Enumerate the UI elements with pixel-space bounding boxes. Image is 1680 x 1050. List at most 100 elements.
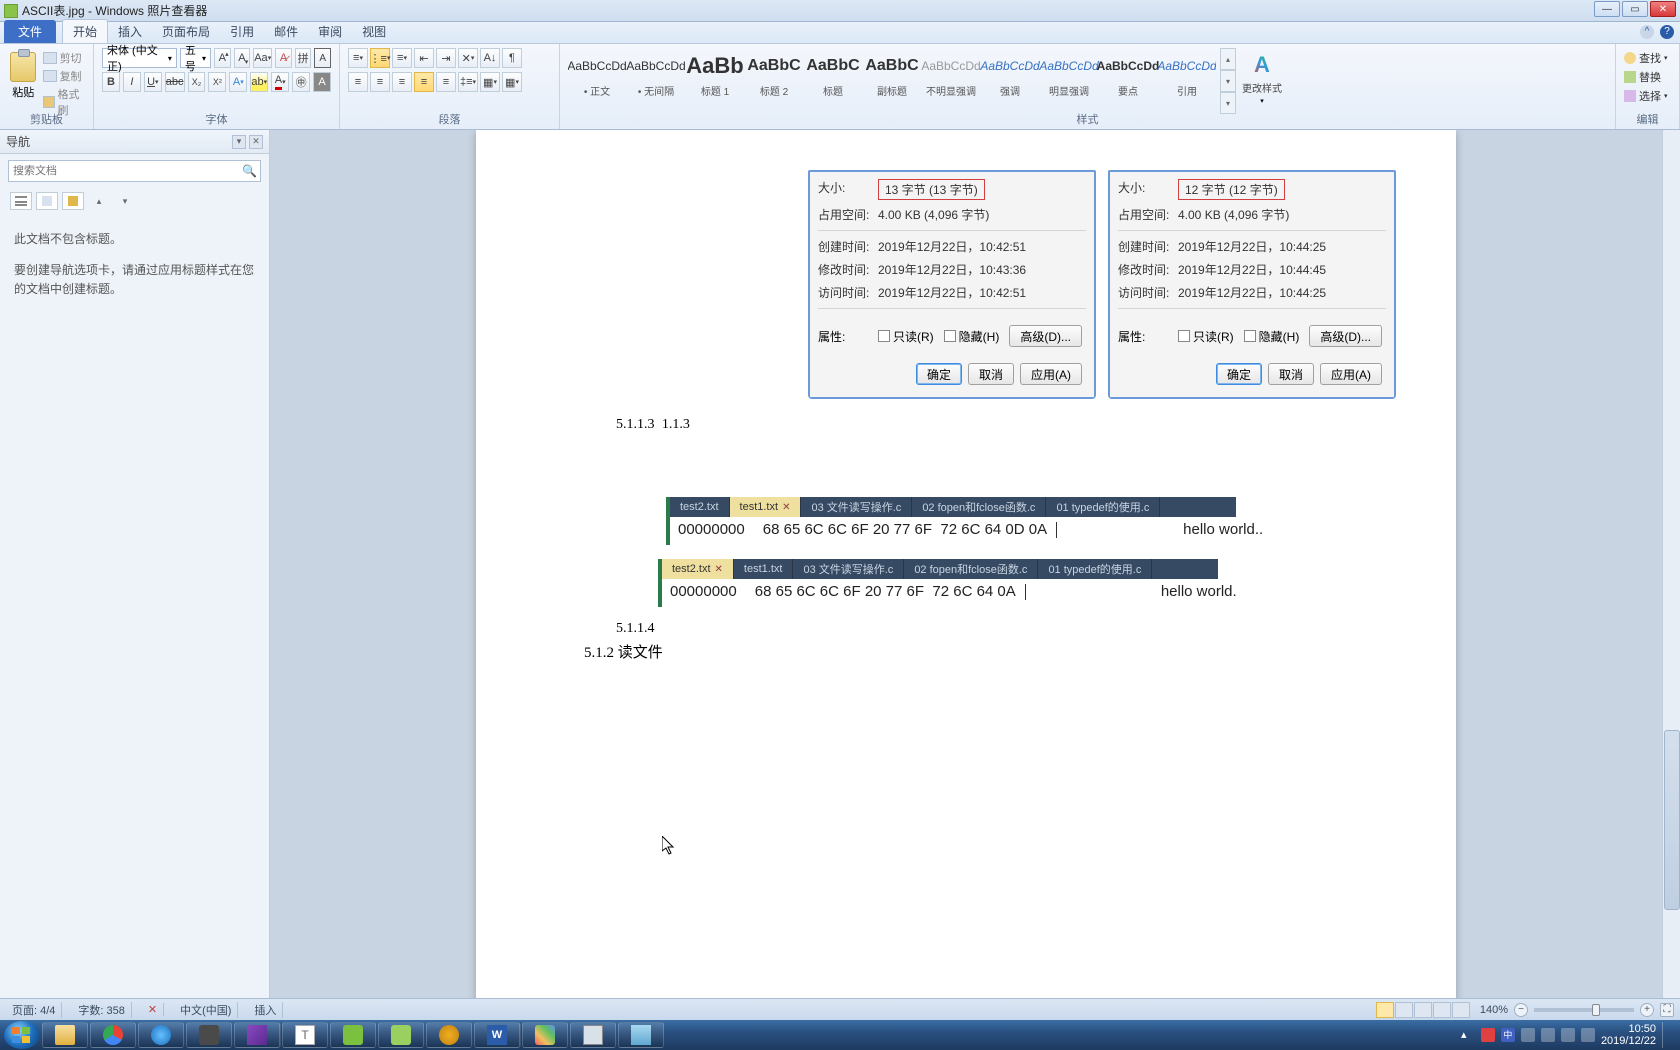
decrease-indent-button[interactable]: ⇤ (414, 48, 434, 68)
style-item[interactable]: AaBbCcDd不明显强调 (922, 48, 980, 108)
replace-button[interactable]: 替换 (1624, 69, 1671, 85)
nav-view-pages[interactable] (36, 192, 58, 210)
status-words[interactable]: 字数: 358 (72, 1002, 131, 1018)
close-icon[interactable]: ✕ (715, 564, 723, 575)
tray-input-icon[interactable]: 中 (1501, 1028, 1515, 1042)
style-item[interactable]: AaBbCcDd明显强调 (1040, 48, 1098, 108)
show-desktop-button[interactable] (1662, 1022, 1672, 1048)
enclose-character-button[interactable]: ㊥ (292, 72, 310, 92)
style-item[interactable]: AaBbCcDd引用 (1158, 48, 1216, 108)
zoom-in-button[interactable]: + (1640, 1003, 1654, 1017)
hex-tab[interactable]: 01 typedef的使用.c (1038, 559, 1152, 579)
nav-view-results[interactable] (62, 192, 84, 210)
change-styles-button[interactable]: A 更改样式 ▾ (1240, 48, 1284, 114)
style-item[interactable]: AaBbC标题 2 (745, 48, 803, 108)
taskbar-everything[interactable] (426, 1022, 472, 1048)
ribbon-minimize-icon[interactable]: ^ (1640, 25, 1654, 39)
change-case-button[interactable]: Aa▾ (253, 48, 272, 68)
borders-button[interactable]: ▦▾ (502, 72, 522, 92)
taskbar-paint[interactable] (522, 1022, 568, 1048)
character-shading-button[interactable]: A (313, 72, 331, 92)
search-icon[interactable]: 🔍 (242, 164, 256, 178)
view-draft[interactable] (1452, 1002, 1470, 1018)
text-effects-button[interactable]: A▾ (229, 72, 247, 92)
distribute-button[interactable]: ≡ (436, 72, 456, 92)
asian-layout-button[interactable]: ✕▾ (458, 48, 478, 68)
justify-button[interactable]: ≡ (414, 72, 434, 92)
tray-volume-icon[interactable] (1561, 1028, 1575, 1042)
taskbar-notepad[interactable]: T (282, 1022, 328, 1048)
close-button[interactable]: ✕ (1650, 1, 1676, 17)
underline-button[interactable]: U▾ (144, 72, 162, 92)
cancel-button[interactable]: 取消 (1268, 363, 1314, 385)
style-item[interactable]: AaBbCcDd要点 (1099, 48, 1157, 108)
view-full-screen[interactable] (1395, 1002, 1413, 1018)
tab-review[interactable]: 审阅 (308, 20, 352, 43)
style-item[interactable]: AaBbCcDd• 正文 (568, 48, 626, 108)
ok-button[interactable]: 确定 (916, 363, 962, 385)
bullets-button[interactable]: ≡▾ (348, 48, 368, 68)
tab-view[interactable]: 视图 (352, 20, 396, 43)
font-color-button[interactable]: A▾ (271, 72, 289, 92)
hex-tab[interactable]: 03 文件读写操作.c (801, 497, 912, 517)
style-item[interactable]: AaBbCcDd• 无间隔 (627, 48, 685, 108)
styles-scroll-down[interactable]: ▾ (1220, 70, 1236, 92)
hidden-checkbox[interactable]: 隐藏(H) (944, 328, 1000, 345)
font-name-combo[interactable]: 宋体 (中文正)▾ (102, 48, 177, 68)
tab-references[interactable]: 引用 (220, 20, 264, 43)
increase-indent-button[interactable]: ⇥ (436, 48, 456, 68)
shading-button[interactable]: ▦▾ (480, 72, 500, 92)
status-page[interactable]: 页面: 4/4 (6, 1002, 62, 1018)
apply-button[interactable]: 应用(A) (1320, 363, 1382, 385)
hex-tab[interactable]: 01 typedef的使用.c (1046, 497, 1160, 517)
close-icon[interactable]: ✕ (782, 502, 790, 513)
tray-sogou-icon[interactable] (1481, 1028, 1495, 1042)
style-item[interactable]: AaBb标题 1 (686, 48, 744, 108)
bold-button[interactable]: B (102, 72, 120, 92)
cancel-button[interactable]: 取消 (968, 363, 1014, 385)
taskbar-explorer[interactable] (42, 1022, 88, 1048)
select-button[interactable]: 选择▾ (1624, 88, 1671, 104)
zoom-fit-button[interactable]: ⛶ (1660, 1003, 1674, 1017)
copy-button[interactable]: 复制 (43, 68, 85, 84)
multilevel-list-button[interactable]: ≡▾ (392, 48, 412, 68)
italic-button[interactable]: I (123, 72, 141, 92)
start-button[interactable] (4, 1021, 40, 1049)
phonetic-guide-button[interactable]: 拼 (295, 48, 312, 68)
zoom-slider[interactable] (1534, 1008, 1634, 1012)
sort-button[interactable]: A↓ (480, 48, 500, 68)
find-button[interactable]: 查找▾ (1624, 50, 1671, 66)
zoom-slider-thumb[interactable] (1592, 1004, 1600, 1016)
align-right-button[interactable]: ≡ (392, 72, 412, 92)
subscript-button[interactable]: X₂ (188, 72, 206, 92)
status-proofing-icon[interactable]: ✕ (142, 1003, 164, 1016)
view-print-layout[interactable] (1376, 1002, 1394, 1018)
cut-button[interactable]: 剪切 (43, 50, 85, 66)
tab-insert[interactable]: 插入 (108, 20, 152, 43)
tab-page-layout[interactable]: 页面布局 (152, 20, 220, 43)
character-border-button[interactable]: A (314, 48, 331, 68)
file-tab[interactable]: 文件 (4, 20, 56, 43)
hidden-checkbox[interactable]: 隐藏(H) (1244, 328, 1300, 345)
grow-font-button[interactable]: A▴ (214, 48, 231, 68)
hex-tab[interactable]: test1.txt (734, 559, 794, 579)
taskbar-sublime[interactable] (186, 1022, 232, 1048)
nav-search-input[interactable] (13, 165, 242, 177)
shrink-font-button[interactable]: A▾ (234, 48, 251, 68)
hex-tab[interactable]: test1.txt ✕ (730, 497, 802, 517)
font-size-combo[interactable]: 五号▾ (180, 48, 211, 68)
maximize-button[interactable]: ▭ (1622, 1, 1648, 17)
taskbar-thunder[interactable] (138, 1022, 184, 1048)
advanced-button[interactable]: 高级(D)... (1309, 325, 1382, 347)
taskbar-visual-studio[interactable] (234, 1022, 280, 1048)
nav-next[interactable]: ▾ (114, 192, 136, 210)
help-icon[interactable]: ? (1660, 25, 1674, 39)
tray-clock[interactable]: 10:50 2019/12/22 (1601, 1023, 1656, 1047)
readonly-checkbox[interactable]: 只读(R) (878, 328, 934, 345)
tray-show-hidden-icon[interactable]: ▴ (1461, 1028, 1475, 1042)
status-insert-mode[interactable]: 插入 (248, 1002, 283, 1018)
hex-tab[interactable]: 03 文件读写操作.c (793, 559, 904, 579)
scrollbar-thumb[interactable] (1664, 730, 1680, 910)
align-left-button[interactable]: ≡ (348, 72, 368, 92)
superscript-button[interactable]: X² (208, 72, 226, 92)
